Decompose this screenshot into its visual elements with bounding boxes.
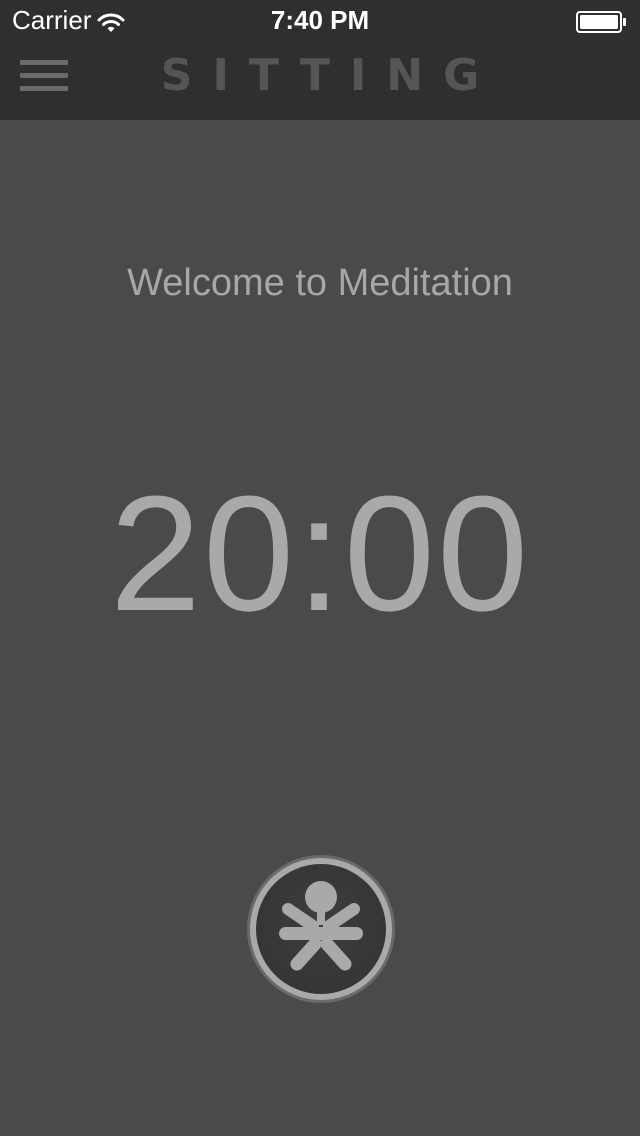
meditation-figure-icon: [247, 855, 395, 1003]
nav-bar: SITTING: [0, 40, 640, 120]
battery-icon: [576, 9, 628, 33]
status-time: 7:40 PM: [270, 5, 370, 35]
app-title: SITTING: [160, 50, 500, 101]
timer-display[interactable]: 20:00: [0, 460, 640, 648]
top-bar: Carrier 7:40 PM SITTING: [0, 0, 640, 120]
welcome-message: Welcome to Meditation: [127, 262, 513, 304]
start-meditation-button[interactable]: [243, 851, 399, 1007]
status-bar: Carrier 7:40 PM: [0, 0, 640, 40]
app-screen: Carrier 7:40 PM SITTING Welcome to Medit…: [0, 0, 640, 1136]
